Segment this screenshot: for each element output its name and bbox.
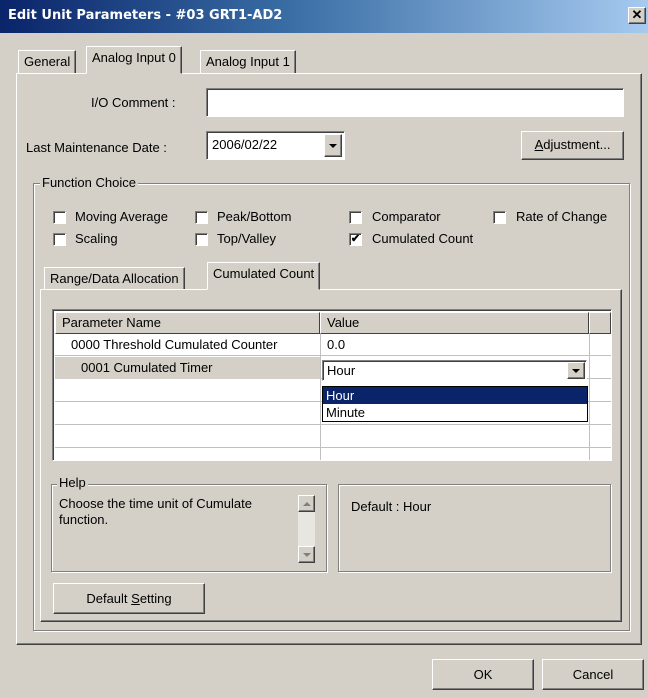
default-value-box: Default : Hour (338, 484, 611, 572)
checkmark-icon: ✔ (350, 233, 361, 245)
select-dropdown-button[interactable] (567, 362, 585, 379)
cumulated-count-label: Cumulated Count (372, 231, 474, 246)
title-bar: Edit Unit Parameters - #03 GRT1-AD2 ✕ (0, 0, 648, 33)
checkbox-rate-of-change[interactable] (493, 211, 506, 224)
checkbox-moving-average[interactable] (53, 211, 66, 224)
checkbox-top-valley[interactable] (195, 233, 208, 246)
chevron-down-icon (572, 369, 580, 373)
select-value: Hour (327, 363, 356, 378)
scroll-down-button[interactable] (298, 546, 315, 563)
default-value-text: Default : Hour (351, 499, 432, 514)
table-row (55, 426, 611, 448)
column-divider (320, 334, 321, 460)
io-comment-input[interactable] (206, 88, 624, 117)
maintenance-date-picker[interactable]: 2006/02/22 (206, 131, 345, 160)
arrow-up-icon (303, 502, 311, 506)
column-header-extra (589, 312, 611, 334)
table-row[interactable]: 0000 Threshold Cumulated Counter 0.0 (55, 334, 611, 356)
checkbox-scaling[interactable] (53, 233, 66, 246)
checkbox-comparator[interactable] (349, 211, 362, 224)
option-hour[interactable]: Hour (323, 387, 587, 404)
close-icon: ✕ (631, 7, 643, 22)
ok-button[interactable]: OK (432, 659, 534, 690)
function-choice-title: Function Choice (40, 175, 138, 190)
help-scrollbar[interactable] (298, 495, 315, 563)
tab-analog-input-0[interactable]: Analog Input 0 (86, 46, 182, 74)
tab-label: Analog Input 0 (92, 50, 176, 65)
chevron-down-icon (329, 144, 337, 148)
comparator-label: Comparator (372, 209, 441, 224)
param-name: 0000 Threshold Cumulated Counter (71, 337, 278, 352)
rate-of-change-label: Rate of Change (516, 209, 608, 224)
column-divider (589, 334, 590, 460)
subtab-label: Range/Data Allocation (50, 271, 179, 286)
tab-label: General (24, 54, 71, 69)
tab-general[interactable]: General (18, 50, 77, 74)
param-value: 0.0 (327, 337, 346, 352)
date-dropdown-button[interactable] (324, 134, 342, 157)
column-header-value[interactable]: Value (320, 312, 589, 334)
adjustment-button[interactable]: Adjustment... (521, 131, 624, 160)
table-row (55, 449, 611, 459)
tab-analog-input-1[interactable]: Analog Input 1 (200, 50, 296, 74)
help-title: Help (57, 475, 88, 490)
subtab-range-data-allocation[interactable]: Range/Data Allocation (44, 267, 185, 291)
tab-label: Analog Input 1 (206, 54, 290, 69)
default-setting-button[interactable]: Default Setting (53, 583, 205, 614)
parameter-grid: Parameter Name Value 0000 Threshold Cumu… (52, 309, 612, 461)
maintenance-date-value: 2006/02/22 (212, 137, 278, 152)
column-header-parameter-name[interactable]: Parameter Name (55, 312, 320, 334)
moving-average-label: Moving Average (75, 209, 168, 224)
maintenance-date-label: Last Maintenance Date : (26, 140, 167, 155)
cancel-button[interactable]: Cancel (542, 659, 644, 690)
top-valley-label: Top/Valley (217, 231, 277, 246)
peak-bottom-label: Peak/Bottom (217, 209, 292, 224)
subtab-cumulated-count[interactable]: Cumulated Count (207, 262, 321, 290)
scaling-label: Scaling (75, 231, 118, 246)
window-title: Edit Unit Parameters - #03 GRT1-AD2 (8, 8, 283, 23)
arrow-down-icon (303, 553, 311, 557)
checkbox-peak-bottom[interactable] (195, 211, 208, 224)
scroll-up-button[interactable] (298, 495, 315, 512)
cumulated-timer-options: Hour Minute (322, 386, 588, 422)
subtab-label: Cumulated Count (213, 266, 315, 281)
checkbox-cumulated-count[interactable]: ✔ (349, 233, 362, 246)
option-minute[interactable]: Minute (323, 404, 587, 421)
cumulated-timer-select[interactable]: Hour (322, 360, 587, 381)
io-comment-label: I/O Comment : (91, 95, 176, 110)
help-text: Choose the time unit of Cumulate functio… (59, 496, 252, 527)
close-button[interactable]: ✕ (628, 7, 646, 24)
param-name: 0001 Cumulated Timer (81, 360, 213, 375)
